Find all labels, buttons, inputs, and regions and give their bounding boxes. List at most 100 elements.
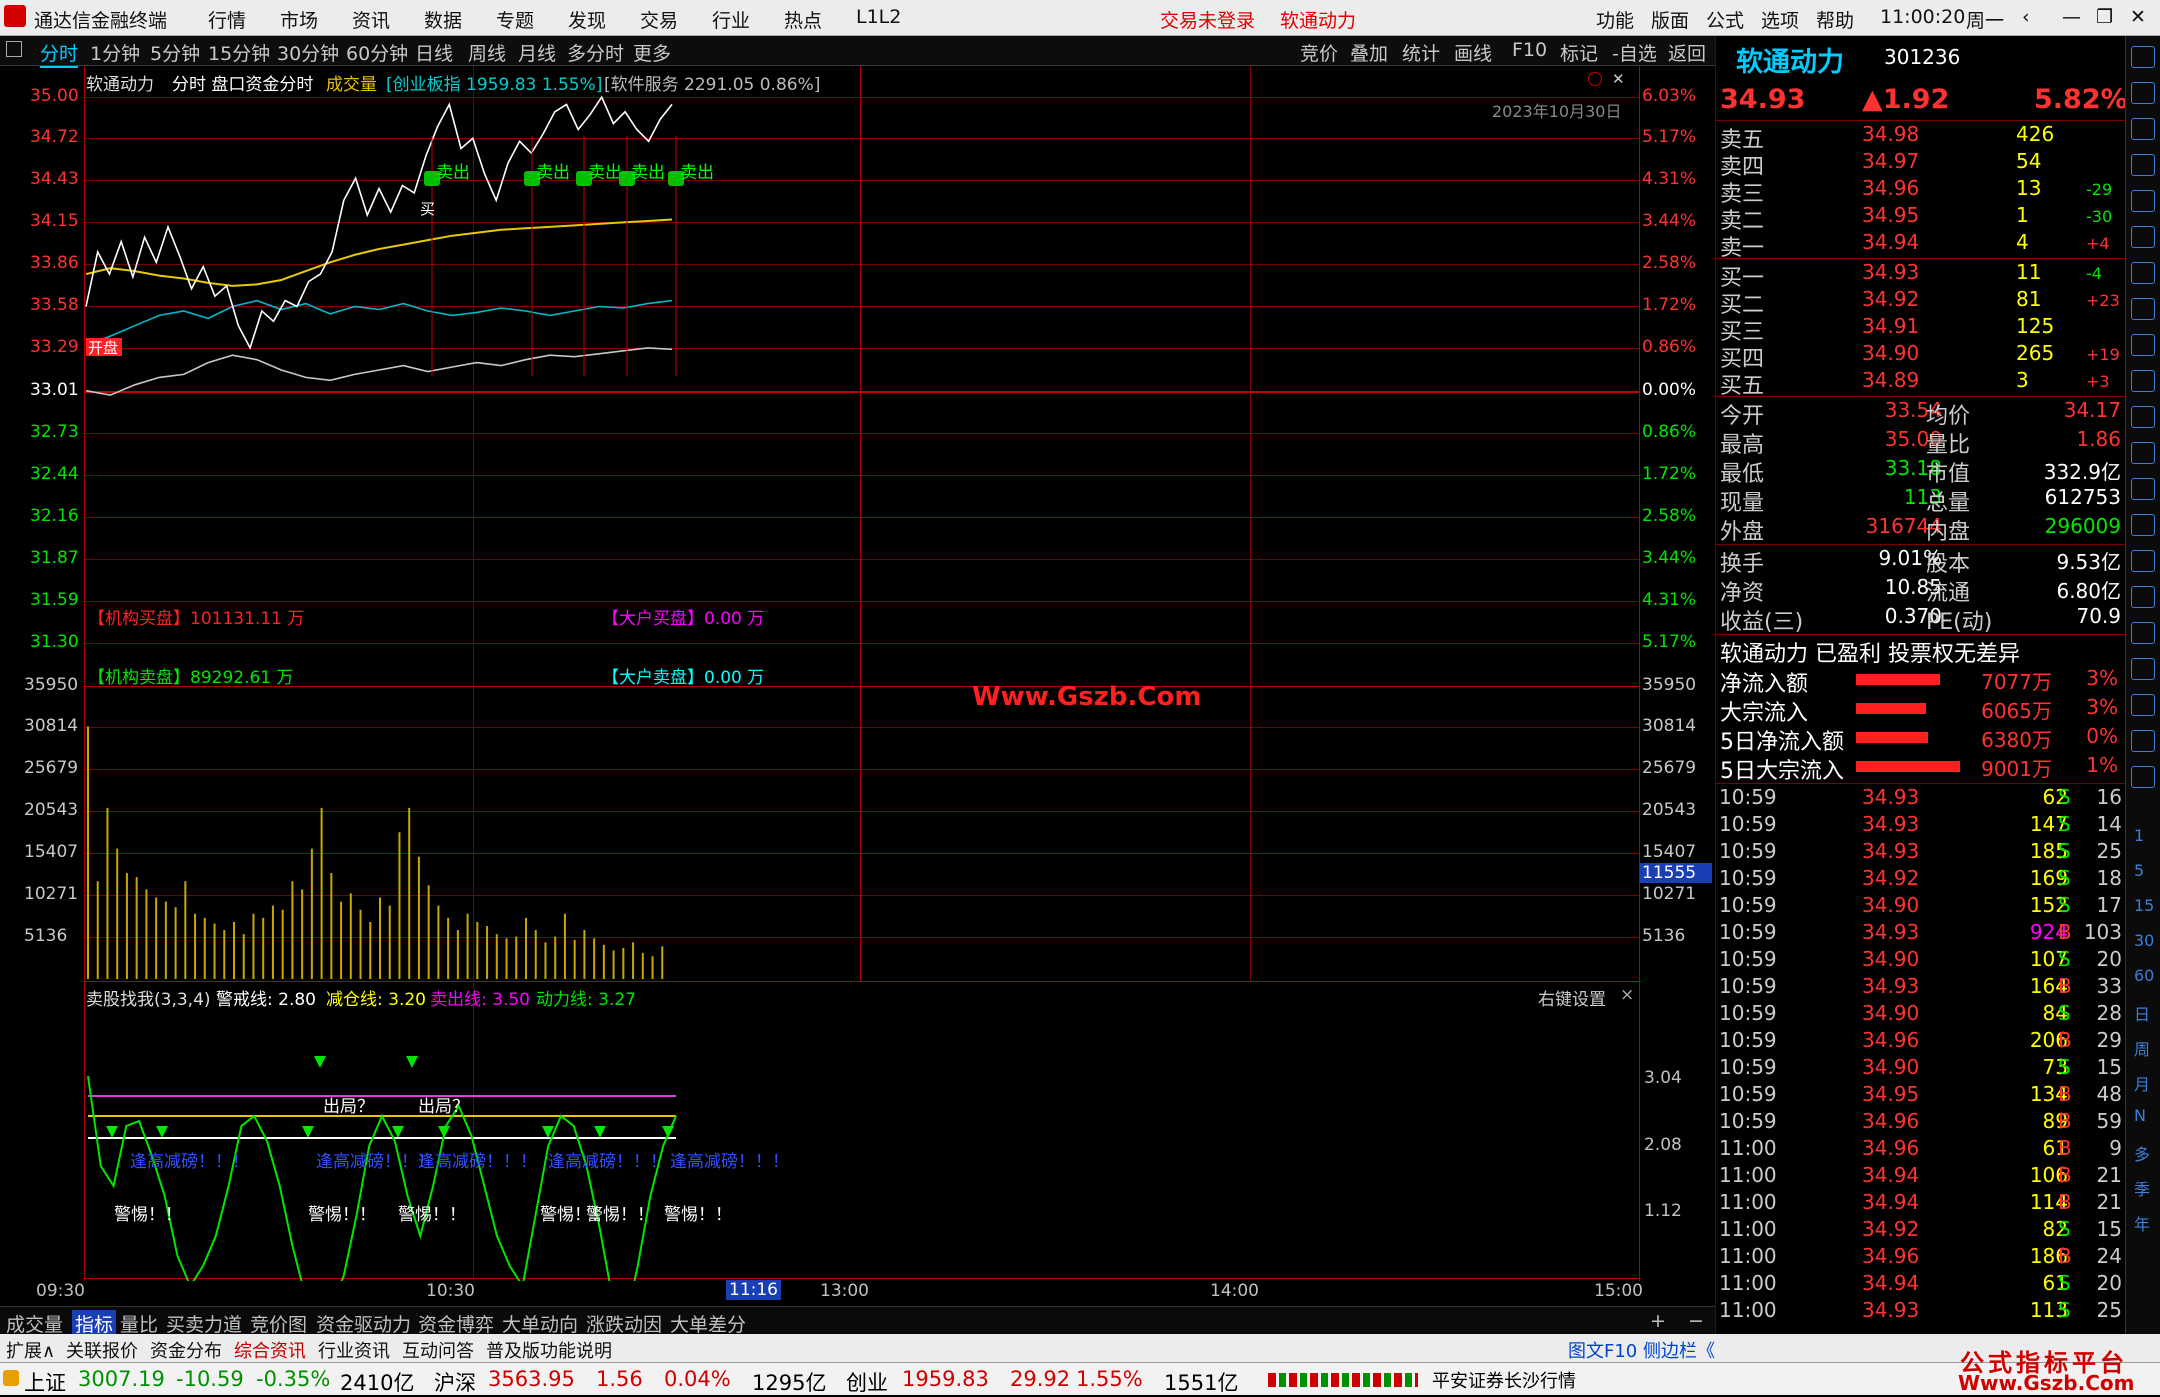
tab-multi[interactable]: 多分时 bbox=[567, 39, 624, 66]
pct-label-right[interactable]: 3.44% bbox=[1642, 548, 1696, 568]
tab-5min[interactable]: 5分钟 bbox=[150, 39, 200, 66]
tool-f10[interactable]: F10 bbox=[1512, 39, 1547, 61]
panel-toggle-icon[interactable] bbox=[6, 41, 22, 57]
calendar-icon[interactable] bbox=[2131, 550, 2155, 572]
pct-label-right[interactable]: 0.00% bbox=[1642, 380, 1696, 400]
tab-capital-dist[interactable]: 资金分布 bbox=[150, 1337, 222, 1363]
price-label-left[interactable]: 34.43 bbox=[30, 169, 79, 189]
fs-icon[interactable] bbox=[2131, 730, 2155, 752]
price-label-left[interactable]: 32.16 bbox=[30, 506, 79, 526]
pct-label-right[interactable]: 2.58% bbox=[1642, 506, 1696, 526]
tab-capital-drive[interactable]: 资金驱动力 bbox=[316, 1310, 411, 1337]
price-label-left[interactable]: 32.44 bbox=[30, 464, 79, 484]
f10-icon[interactable] bbox=[2131, 370, 2155, 392]
price-label-left[interactable]: 34.72 bbox=[30, 127, 79, 147]
tab-big-order[interactable]: 大单动向 bbox=[502, 1310, 578, 1337]
menu-item-shuju[interactable]: 数据 bbox=[424, 6, 462, 33]
maximize-icon[interactable]: ❐ bbox=[2096, 6, 2113, 28]
chart-icon[interactable] bbox=[2131, 262, 2155, 284]
minimize-icon[interactable]: — bbox=[2062, 6, 2081, 28]
tool-fanhui[interactable]: 返回 bbox=[1668, 39, 1706, 66]
pct-label-right[interactable]: 3.44% bbox=[1642, 211, 1696, 231]
price-label-left[interactable]: 33.86 bbox=[30, 253, 79, 273]
tab-capital-game[interactable]: 资金博弈 bbox=[418, 1310, 494, 1337]
intraday-chart[interactable]: 软通动力 分时 盘口资金分时 成交量 [创业板指 1959.83 1.55%] … bbox=[0, 66, 1715, 1301]
tab-daily[interactable]: 日线 bbox=[415, 39, 453, 66]
tab-rise-fall[interactable]: 涨跌动因 bbox=[586, 1310, 662, 1337]
pct-label-right[interactable]: 5.17% bbox=[1642, 127, 1696, 147]
percent-icon[interactable] bbox=[2131, 658, 2155, 680]
period-shortcut-4[interactable]: 60 bbox=[2134, 966, 2154, 985]
close-icon[interactable]: ✕ bbox=[2130, 6, 2146, 28]
candle-icon[interactable] bbox=[2131, 298, 2155, 320]
tab-add[interactable]: + bbox=[1650, 1310, 1666, 1332]
volume-label-left[interactable]: 5136 bbox=[24, 926, 67, 946]
period-shortcut-11[interactable]: 年 bbox=[2134, 1211, 2150, 1235]
arrow-up-icon[interactable] bbox=[2131, 82, 2155, 104]
price-label-left[interactable]: 35.00 bbox=[30, 86, 79, 106]
pct-label-right[interactable]: 5.17% bbox=[1642, 632, 1696, 652]
period-shortcut-2[interactable]: 15 bbox=[2134, 896, 2154, 915]
tab-monthly[interactable]: 月线 bbox=[518, 39, 556, 66]
hs-name[interactable]: 沪深 bbox=[434, 1367, 476, 1397]
tab-weekly[interactable]: 周线 bbox=[468, 39, 506, 66]
menu-banmian[interactable]: 版面 bbox=[1651, 6, 1689, 33]
price-label-left[interactable]: 31.59 bbox=[30, 590, 79, 610]
doc-icon[interactable] bbox=[2131, 406, 2155, 428]
tab-volume-ratio[interactable]: 量比 bbox=[120, 1310, 158, 1337]
tool-diejia[interactable]: 叠加 bbox=[1350, 39, 1388, 66]
price-label-left[interactable]: 33.58 bbox=[30, 295, 79, 315]
menu-item-hangye[interactable]: 行业 bbox=[712, 6, 750, 33]
menu-item-jiaoyi[interactable]: 交易 bbox=[640, 6, 678, 33]
menu-gongneng[interactable]: 功能 bbox=[1596, 6, 1634, 33]
period-shortcut-10[interactable]: 季 bbox=[2134, 1176, 2150, 1200]
price-label-left[interactable]: 33.29 bbox=[30, 337, 79, 357]
menu-item-zhuanti[interactable]: 专题 bbox=[496, 6, 534, 33]
pen-icon[interactable] bbox=[2131, 694, 2155, 716]
price-label-left[interactable]: 34.15 bbox=[30, 211, 79, 231]
table-icon[interactable] bbox=[2131, 154, 2155, 176]
period-shortcut-0[interactable]: 1 bbox=[2134, 826, 2144, 845]
tab-news[interactable]: 综合资讯 bbox=[234, 1337, 306, 1363]
sidebar-toggle[interactable]: 图文F10 侧边栏《 bbox=[1568, 1337, 1715, 1363]
tab-remove[interactable]: − bbox=[1688, 1310, 1704, 1332]
tool-huaxian[interactable]: 画线 bbox=[1454, 39, 1492, 66]
menu-bangzhu[interactable]: 帮助 bbox=[1816, 6, 1854, 33]
line-icon[interactable] bbox=[2131, 622, 2155, 644]
sh-name[interactable]: 上证 bbox=[24, 1367, 66, 1397]
price-label-left[interactable]: 31.30 bbox=[30, 632, 79, 652]
volume-label-left[interactable]: 10271 bbox=[24, 884, 78, 904]
pct-label-right[interactable]: 6.03% bbox=[1642, 86, 1696, 106]
pct-label-right[interactable]: 0.86% bbox=[1642, 422, 1696, 442]
pct-label-right[interactable]: 1.72% bbox=[1642, 295, 1696, 315]
doc2-icon[interactable] bbox=[2131, 442, 2155, 464]
period-shortcut-3[interactable]: 30 bbox=[2134, 931, 2154, 950]
tool-biaoji[interactable]: 标记 bbox=[1560, 39, 1598, 66]
tool-zixuan[interactable]: -自选 bbox=[1612, 39, 1657, 66]
tab-fenshi[interactable]: 分时 bbox=[40, 39, 79, 68]
grid-icon[interactable] bbox=[2131, 226, 2155, 248]
tab-related-quote[interactable]: 关联报价 bbox=[66, 1337, 138, 1363]
arrow-left-icon[interactable] bbox=[2131, 46, 2155, 68]
tab-industry-news[interactable]: 行业资讯 bbox=[318, 1337, 390, 1363]
menu-item-hangqing[interactable]: 行情 bbox=[208, 6, 246, 33]
tab-auction[interactable]: 竞价图 bbox=[250, 1310, 307, 1337]
volume-label-right[interactable]: 15407 bbox=[1642, 842, 1696, 862]
pct-label-right[interactable]: 4.31% bbox=[1642, 590, 1696, 610]
tab-qa[interactable]: 互动问答 bbox=[402, 1337, 474, 1363]
menu-gongshi[interactable]: 公式 bbox=[1706, 6, 1744, 33]
tab-indicator[interactable]: 指标 bbox=[72, 1310, 117, 1337]
volume-label-left[interactable]: 25679 bbox=[24, 758, 78, 778]
menu-xuanxiang[interactable]: 选项 bbox=[1761, 6, 1799, 33]
tab-60min[interactable]: 60分钟 bbox=[346, 39, 408, 66]
arrow-down-icon[interactable] bbox=[2131, 118, 2155, 140]
period-shortcut-6[interactable]: 周 bbox=[2134, 1036, 2150, 1060]
chart2-icon[interactable] bbox=[2131, 586, 2155, 608]
tool-jingjia[interactable]: 竞价 bbox=[1300, 39, 1338, 66]
tab-expand[interactable]: 扩展∧ bbox=[6, 1337, 55, 1363]
refresh-icon[interactable] bbox=[2131, 514, 2155, 536]
news-icon[interactable] bbox=[2131, 334, 2155, 356]
tool-tongji[interactable]: 统计 bbox=[1402, 39, 1440, 66]
tab-30min[interactable]: 30分钟 bbox=[277, 39, 339, 66]
pct-label-right[interactable]: 4.31% bbox=[1642, 169, 1696, 189]
